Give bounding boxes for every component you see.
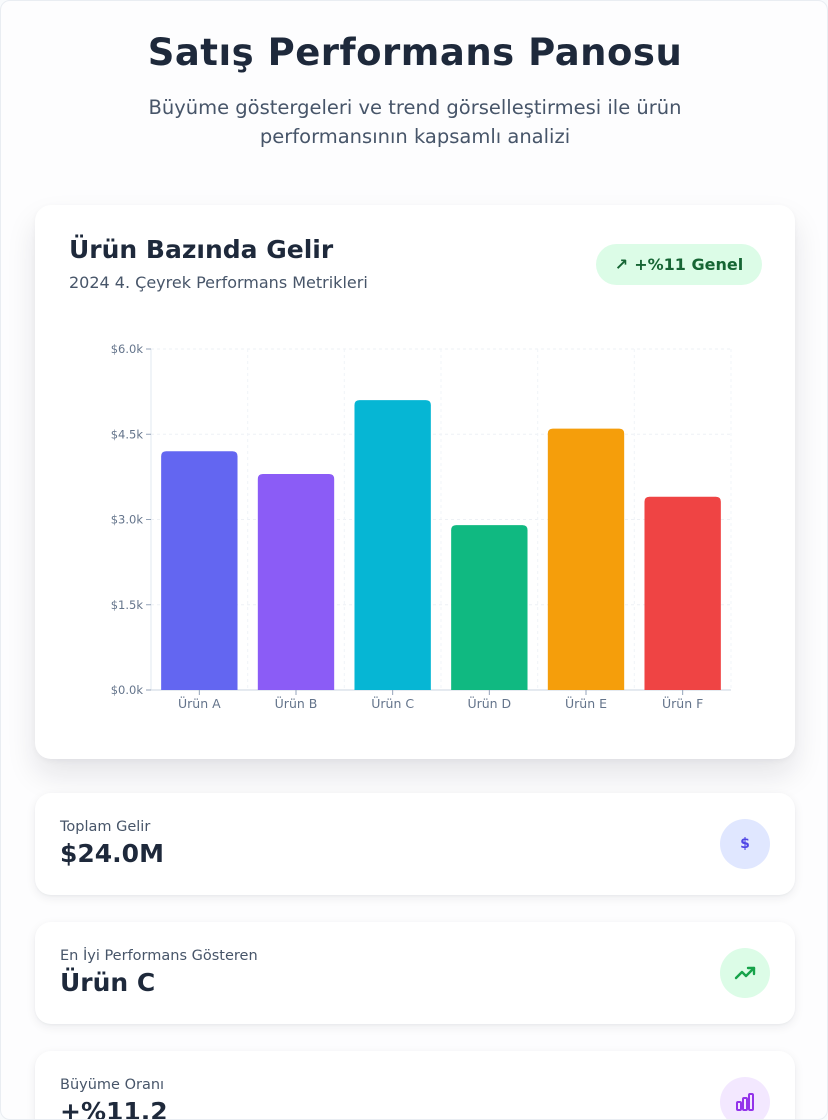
x-tick-label: Ürün C (371, 695, 414, 711)
bar-ürün-b (257, 474, 335, 690)
bar-ürün-e (547, 428, 625, 690)
dollar-icon: $ (720, 819, 770, 869)
y-tick-label: $6.0k (111, 342, 144, 356)
x-tick-label: Ürün E (565, 695, 607, 711)
trending-up-icon-svg (734, 966, 756, 980)
metric-value: +%11.2 (60, 1097, 168, 1120)
metric-label: Toplam Gelir (60, 819, 151, 835)
x-tick-label: Ürün D (467, 695, 511, 711)
metric-label: En İyi Performans Gösteren (60, 948, 258, 964)
y-tick-label: $3.0k (111, 513, 144, 527)
metric-value: Ürün C (60, 968, 156, 997)
page-title: Satış Performans Panosu (147, 31, 683, 74)
bar-ürün-a (161, 451, 238, 690)
y-tick-label: $0.0k (111, 683, 144, 697)
bar-ürün-d (451, 525, 528, 690)
y-tick-label: $4.5k (111, 427, 144, 441)
x-tick-label: Ürün B (275, 695, 318, 711)
x-tick-label: Ürün F (662, 695, 703, 711)
metric-label: Büyüme Oranı (60, 1077, 165, 1093)
metric-value: $24.0M (60, 839, 164, 868)
dollar-icon-glyph: $ (740, 836, 750, 852)
bar-chart-icon-svg (736, 1093, 754, 1111)
metric-card-top-performer: En İyi Performans Gösteren Ürün C (35, 922, 795, 1024)
revenue-bar-chart: $0.0k $1.5k $3.0k $4.5k $6.0k Ürün A Ürün B Ürü… (111, 342, 732, 711)
y-tick-label: $1.5k (111, 598, 144, 612)
bar-chart-icon (720, 1077, 770, 1119)
metric-card-growth-rate: Büyüme Oranı +%11.2 (35, 1051, 795, 1120)
revenue-chart-card: Ürün Bazında Gelir 2024 4. Çeyrek Perfor… (35, 205, 795, 759)
x-tick-label: Ürün A (178, 695, 221, 711)
page-subtitle: Büyüme göstergeleri ve trend görselleşti… (148, 96, 682, 148)
trending-up-icon (720, 948, 770, 998)
metric-card-total-revenue: Toplam Gelir $24.0M $ (35, 793, 795, 895)
dashboard-page: Satış Performans Panosu Büyüme göstergel… (0, 0, 828, 1120)
bar-ürün-c (354, 400, 431, 690)
bar-ürün-f (644, 496, 721, 690)
